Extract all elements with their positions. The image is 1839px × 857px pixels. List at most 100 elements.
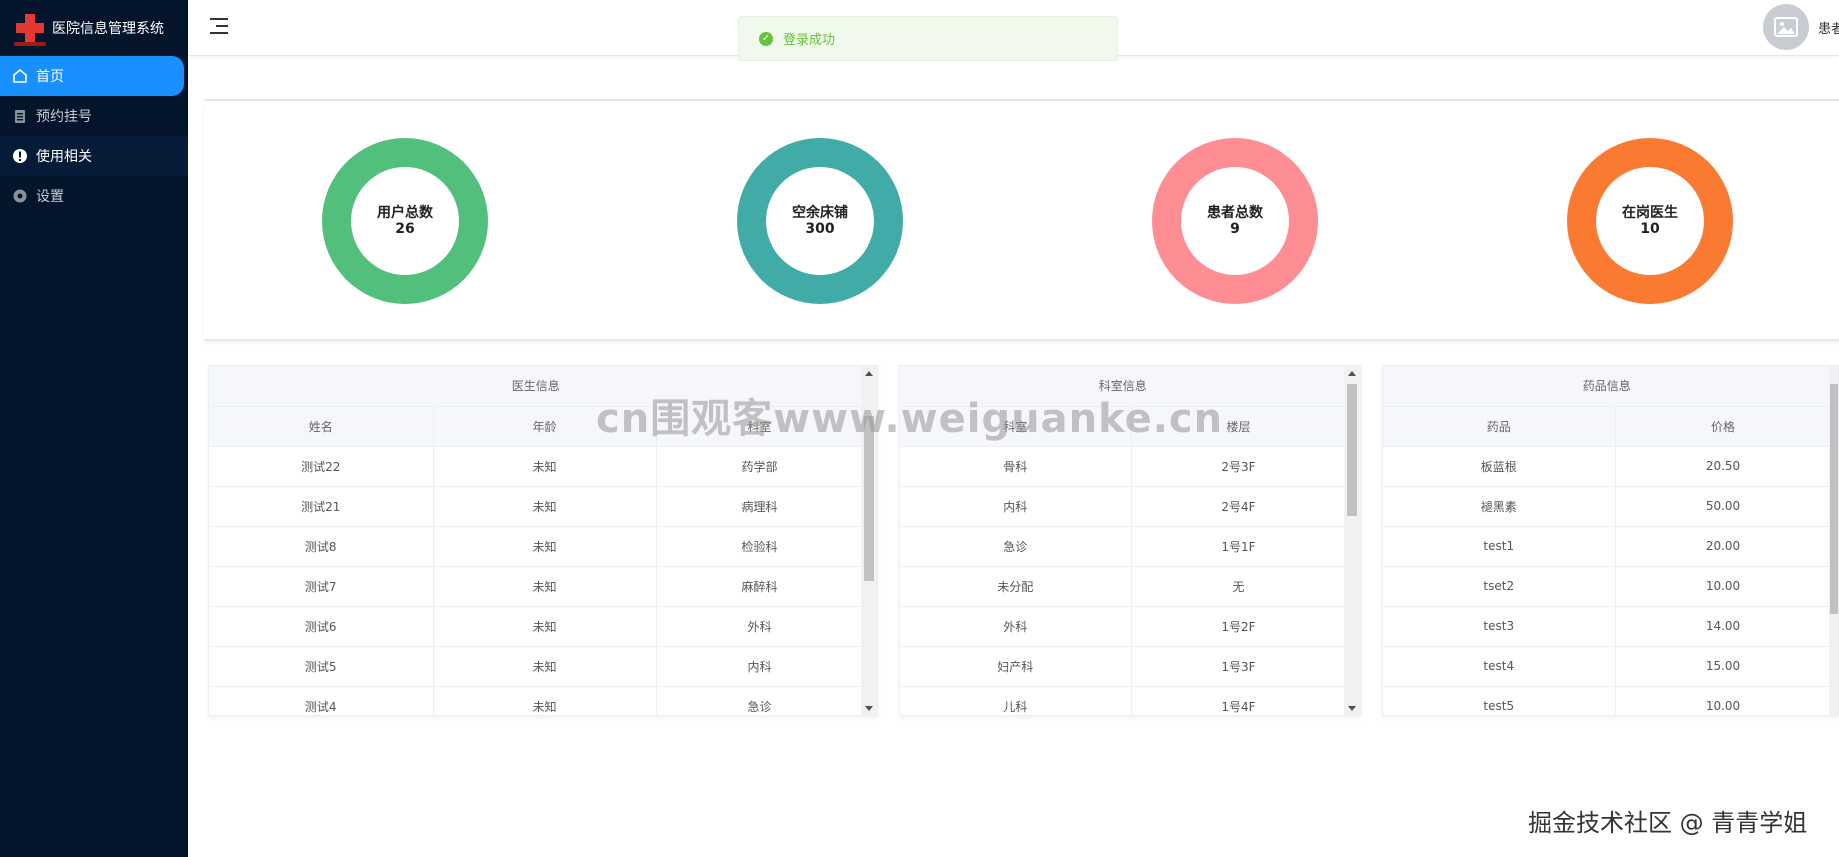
table-row[interactable]: 测试4 未知 急诊 — [209, 686, 864, 715]
table-cell: 妇产科 — [900, 646, 1132, 687]
sidebar-item-usage[interactable]: 使用相关 — [0, 136, 188, 176]
table-cell: 2号4F — [1131, 486, 1347, 527]
table-scrollbar[interactable] — [1344, 366, 1360, 715]
scroll-down-arrow-icon[interactable] — [1348, 706, 1356, 711]
red-cross-logo-icon — [14, 12, 46, 46]
table-scrollbar[interactable] — [1829, 366, 1838, 715]
stat-value: 26 — [395, 221, 415, 237]
gear-icon — [12, 188, 28, 204]
drug-table: 药品信息 药品 价格 板蓝根 20.50 褪黑素 50.00 test1 20.00 … — [1382, 365, 1839, 716]
table-cell: 50.00 — [1615, 486, 1832, 527]
table-row[interactable]: test1 20.00 — [1383, 526, 1832, 567]
credit-text: 掘金技术社区 @ 青青学姐 — [1528, 809, 1808, 837]
sidebar-item-label: 预约挂号 — [36, 109, 92, 125]
table-row[interactable]: 褪黑素 50.00 — [1383, 486, 1832, 527]
table-row[interactable]: 儿科 1号4F — [900, 686, 1347, 715]
stat-label: 用户总数 — [377, 205, 433, 221]
sidebar-item-settings[interactable]: 设置 — [0, 176, 188, 216]
table-cell: 测试21 — [209, 486, 434, 527]
table-cell: 儿科 — [900, 686, 1132, 715]
table-cell: 10.00 — [1615, 566, 1832, 607]
scroll-up-arrow-icon[interactable] — [1348, 371, 1356, 376]
table-cell: 14.00 — [1615, 606, 1832, 647]
table-cell: 急诊 — [900, 526, 1132, 567]
scroll-up-arrow-icon[interactable] — [865, 371, 873, 376]
table-title: 药品信息 — [1383, 366, 1832, 407]
table-row[interactable]: test4 15.00 — [1383, 646, 1832, 687]
table-cell: 麻醉科 — [656, 566, 864, 607]
table-row[interactable]: 板蓝根 20.50 — [1383, 446, 1832, 487]
table-cell: test5 — [1383, 686, 1616, 715]
table-cell: 测试4 — [209, 686, 434, 715]
table-cell: 未分配 — [900, 566, 1132, 607]
table-cell: 褪黑素 — [1383, 486, 1616, 527]
table-cell: 急诊 — [656, 686, 864, 715]
table-cell: 测试6 — [209, 606, 434, 647]
info-icon — [12, 148, 28, 164]
avatar[interactable] — [1763, 4, 1809, 50]
table-cell: tset2 — [1383, 566, 1616, 607]
table-cell: test4 — [1383, 646, 1616, 687]
table-cell: 1号1F — [1131, 526, 1347, 567]
scrollbar-thumb[interactable] — [1347, 384, 1357, 516]
table-cell: 15.00 — [1615, 646, 1832, 687]
app-title: 医院信息管理系统 — [52, 21, 164, 37]
stat-label: 在岗医生 — [1622, 205, 1678, 221]
table-cell: 药学部 — [656, 446, 864, 487]
table-row[interactable]: 测试21 未知 病理科 — [209, 486, 864, 527]
table-row[interactable]: 测试5 未知 内科 — [209, 646, 864, 687]
table-cell: 未知 — [433, 686, 657, 715]
table-cell: 20.00 — [1615, 526, 1832, 567]
table-row[interactable]: 外科 1号2F — [900, 606, 1347, 647]
table-row[interactable]: 测试8 未知 检验科 — [209, 526, 864, 567]
table-cell: test3 — [1383, 606, 1616, 647]
table-row[interactable]: 测试6 未知 外科 — [209, 606, 864, 647]
watermark-text: cn围观客www.weiguanke.cn — [596, 396, 1224, 442]
stats-panel: 用户总数 26 空余床铺 300 患者总数 9 在岗医生 10 — [204, 101, 1839, 341]
stat-label: 患者总数 — [1207, 205, 1263, 221]
table-cell: 测试5 — [209, 646, 434, 687]
table-row[interactable]: test5 10.00 — [1383, 686, 1832, 715]
sidebar-item-appointment[interactable]: 预约挂号 — [0, 96, 188, 136]
table-cell: 测试8 — [209, 526, 434, 567]
table-cell: 测试7 — [209, 566, 434, 607]
table-row[interactable]: tset2 10.00 — [1383, 566, 1832, 607]
stat-ring-beds: 空余床铺 300 — [737, 138, 903, 304]
table-cell: 检验科 — [656, 526, 864, 567]
column-header[interactable]: 姓名 — [209, 406, 434, 447]
stat-value: 10 — [1640, 221, 1660, 237]
sidebar-menu: 首页 预约挂号 使用相关 设置 — [0, 56, 188, 216]
login-success-toast: ✓ 登录成功 — [738, 16, 1118, 61]
table-cell: 1号4F — [1131, 686, 1347, 715]
table-row[interactable]: 骨科 2号3F — [900, 446, 1347, 487]
table-cell: 外科 — [900, 606, 1132, 647]
column-header[interactable]: 价格 — [1615, 406, 1832, 447]
table-cell: 测试22 — [209, 446, 434, 487]
table-cell: 外科 — [656, 606, 864, 647]
scroll-down-arrow-icon[interactable] — [865, 706, 873, 711]
column-header[interactable]: 药品 — [1383, 406, 1616, 447]
clipboard-icon — [12, 108, 28, 124]
table-cell: 1号2F — [1131, 606, 1347, 647]
table-row[interactable]: 测试22 未知 药学部 — [209, 446, 864, 487]
sidebar-item-label: 设置 — [36, 189, 64, 205]
table-row[interactable]: 内科 2号4F — [900, 486, 1347, 527]
user-name[interactable]: 患者 — [1818, 18, 1839, 37]
image-placeholder-icon — [1774, 17, 1798, 37]
table-row[interactable]: 测试7 未知 麻醉科 — [209, 566, 864, 607]
table-row[interactable]: test3 14.00 — [1383, 606, 1832, 647]
table-row[interactable]: 未分配无 — [900, 566, 1347, 607]
sidebar-item-home[interactable]: 首页 — [0, 56, 184, 96]
table-cell: test1 — [1383, 526, 1616, 567]
sidebar-item-label: 首页 — [36, 69, 64, 85]
logo-area: 医院信息管理系统 — [0, 0, 188, 56]
table-cell: 10.00 — [1615, 686, 1832, 715]
table-cell: 2号3F — [1131, 446, 1347, 487]
scrollbar-thumb[interactable] — [1830, 384, 1838, 614]
table-row[interactable]: 急诊 1号1F — [900, 526, 1347, 567]
check-circle-icon: ✓ — [759, 31, 773, 46]
collapse-menu-icon[interactable] — [210, 18, 230, 36]
sidebar-item-label: 使用相关 — [36, 149, 92, 165]
table-row[interactable]: 妇产科 1号3F — [900, 646, 1347, 687]
table-cell: 内科 — [656, 646, 864, 687]
